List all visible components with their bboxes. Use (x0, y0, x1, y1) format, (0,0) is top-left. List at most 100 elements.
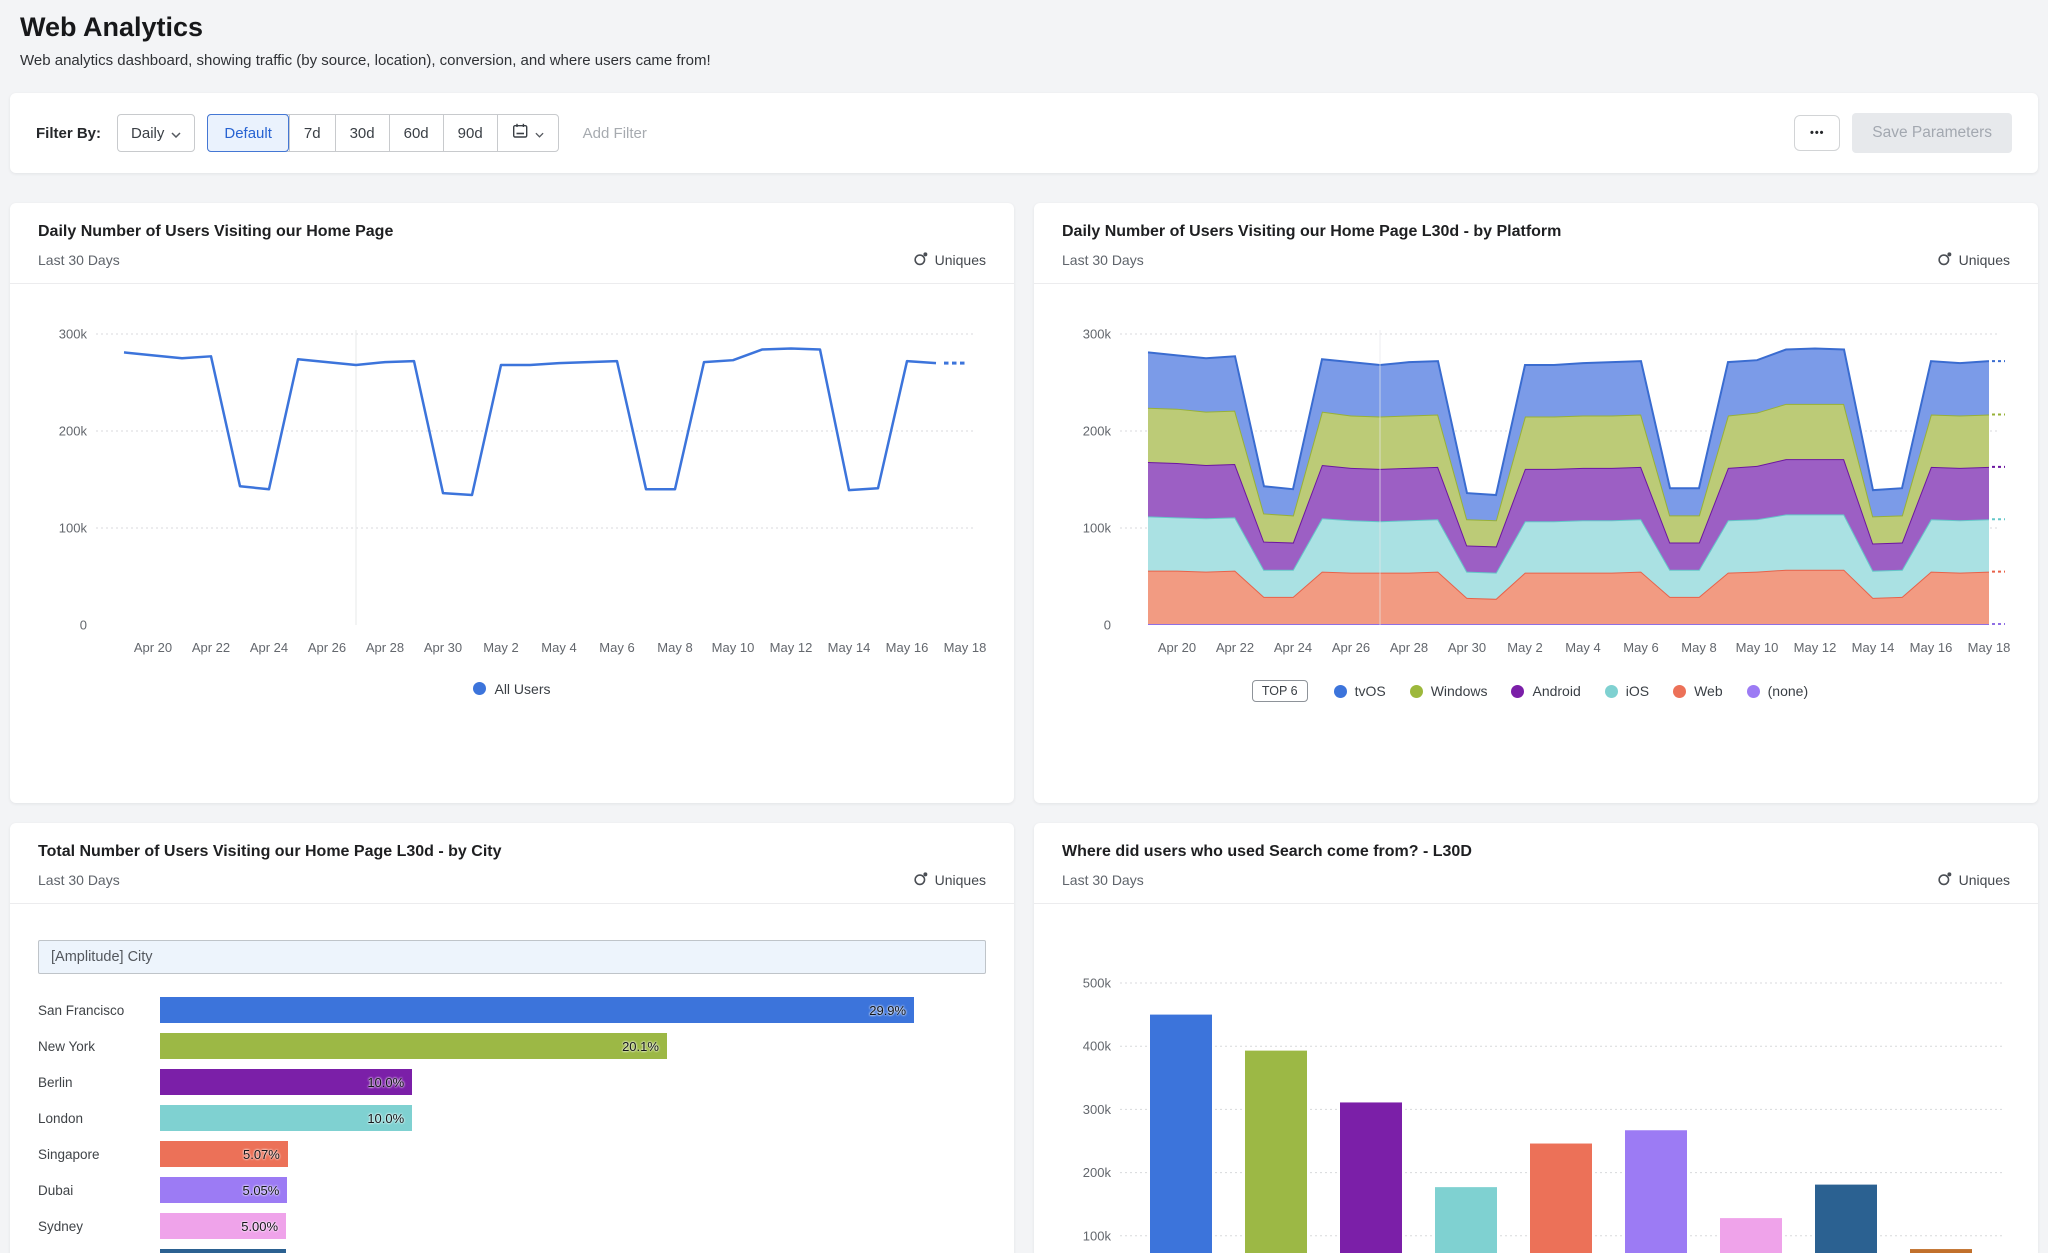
uniques-badge[interactable]: Uniques (913, 251, 986, 269)
bar[interactable] (1245, 1051, 1307, 1253)
uniques-icon (913, 871, 928, 889)
city-bar[interactable]: 20.1% (160, 1033, 667, 1059)
city-bar-track: 20.1% (160, 1033, 986, 1059)
card-title: Total Number of Users Visiting our Home … (38, 843, 986, 861)
range-60d-button[interactable]: 60d (389, 115, 443, 151)
city-bar-list: San Francisco29.9% New York20.1% Berlin10.… (38, 992, 986, 1253)
line-chart[interactable]: 0100k200k300kApr 20Apr 22Apr 24Apr 26Apr… (38, 312, 986, 664)
legend-top6-badge: TOP 6 (1252, 680, 1308, 702)
legend-item[interactable]: Web (1673, 683, 1723, 699)
more-options-button[interactable]: ••• (1794, 115, 1840, 151)
uniques-badge[interactable]: Uniques (913, 871, 986, 889)
card-range-label: Last 30 Days (38, 872, 120, 888)
calendar-range-button[interactable] (497, 115, 558, 151)
legend-item[interactable]: Android (1511, 683, 1580, 699)
vertical-bar-chart[interactable]: 100k200k300k400k500k (1062, 932, 2010, 1253)
card-users-by-city: Total Number of Users Visiting our Home … (10, 823, 1014, 1253)
legend-dot (1673, 685, 1686, 698)
uniques-badge[interactable]: Uniques (1937, 871, 2010, 889)
svg-text:300k: 300k (1083, 1102, 1112, 1117)
range-30d-button[interactable]: 30d (335, 115, 389, 151)
card-header: Daily Number of Users Visiting our Home … (10, 203, 1014, 284)
svg-text:May 16: May 16 (886, 640, 929, 655)
svg-text:May 6: May 6 (599, 640, 634, 655)
uniques-icon (913, 251, 928, 269)
legend-item[interactable]: Windows (1410, 683, 1488, 699)
svg-text:100k: 100k (1083, 521, 1112, 536)
svg-text:May 18: May 18 (944, 640, 986, 655)
svg-text:Apr 22: Apr 22 (192, 640, 230, 655)
chart-legend: TOP 6 tvOS Windows Android iOS Web (none) (1062, 680, 2010, 702)
svg-text:May 12: May 12 (1794, 640, 1837, 655)
legend-item[interactable]: (none) (1747, 683, 1808, 699)
svg-text:0: 0 (80, 618, 87, 633)
svg-text:May 16: May 16 (1910, 640, 1953, 655)
card-users-by-platform: Daily Number of Users Visiting our Home … (1034, 203, 2038, 803)
bar[interactable] (1625, 1130, 1687, 1253)
city-bar[interactable]: 10.0% (160, 1069, 412, 1095)
bar[interactable] (1150, 1015, 1212, 1253)
svg-text:Apr 20: Apr 20 (1158, 640, 1196, 655)
svg-text:May 18: May 18 (1968, 640, 2010, 655)
bar[interactable] (1435, 1187, 1497, 1253)
city-label: Dubai (38, 1183, 160, 1198)
city-bar[interactable]: 5.07% (160, 1141, 288, 1167)
granularity-dropdown[interactable]: Daily (117, 114, 195, 152)
city-row: New York20.1% (38, 1028, 986, 1064)
city-label: Berlin (38, 1075, 160, 1090)
save-parameters-button[interactable]: Save Parameters (1852, 113, 2012, 153)
legend-item[interactable]: tvOS (1334, 683, 1386, 699)
svg-text:200k: 200k (1083, 424, 1112, 439)
city-label: Sydney (38, 1219, 160, 1234)
bar[interactable] (1720, 1218, 1782, 1253)
city-bar-track: 5.07% (160, 1141, 986, 1167)
svg-text:Apr 30: Apr 30 (424, 640, 462, 655)
bar[interactable] (1530, 1144, 1592, 1253)
granularity-value: Daily (131, 125, 164, 142)
svg-text:Apr 30: Apr 30 (1448, 640, 1486, 655)
card-header: Where did users who used Search come fro… (1034, 823, 2038, 904)
svg-text:May 8: May 8 (657, 640, 692, 655)
city-bar[interactable]: 5.05% (160, 1177, 287, 1203)
city-bar[interactable]: 4.99% (160, 1249, 286, 1253)
range-7d-button[interactable]: 7d (289, 115, 335, 151)
group-by-city-input[interactable] (38, 940, 986, 974)
city-row: Sydney5.00% (38, 1208, 986, 1244)
city-label: Singapore (38, 1147, 160, 1162)
legend-item[interactable]: iOS (1605, 683, 1649, 699)
uniques-badge[interactable]: Uniques (1937, 251, 2010, 269)
range-default-button[interactable]: Default (207, 114, 289, 152)
city-bar[interactable]: 5.00% (160, 1213, 286, 1239)
city-label: San Francisco (38, 1003, 160, 1018)
card-range-label: Last 30 Days (38, 252, 120, 268)
bar[interactable] (1910, 1249, 1972, 1253)
card-body: San Francisco29.9% New York20.1% Berlin10.… (10, 904, 1014, 1253)
svg-text:200k: 200k (1083, 1165, 1112, 1180)
card-header: Total Number of Users Visiting our Home … (10, 823, 1014, 904)
svg-text:May 12: May 12 (770, 640, 813, 655)
add-filter-button[interactable]: Add Filter (583, 125, 647, 142)
bar[interactable] (1815, 1185, 1877, 1253)
city-label: London (38, 1111, 160, 1126)
card-search-source: Where did users who used Search come fro… (1034, 823, 2038, 1253)
range-90d-button[interactable]: 90d (443, 115, 497, 151)
legend-dot (1605, 685, 1618, 698)
svg-text:Apr 24: Apr 24 (250, 640, 288, 655)
svg-text:Apr 24: Apr 24 (1274, 640, 1312, 655)
svg-text:100k: 100k (1083, 1228, 1112, 1243)
svg-text:May 8: May 8 (1681, 640, 1716, 655)
svg-text:Apr 26: Apr 26 (308, 640, 346, 655)
uniques-label: Uniques (935, 872, 986, 888)
city-bar[interactable]: 29.9% (160, 997, 914, 1023)
page-subtitle: Web analytics dashboard, showing traffic… (20, 52, 2028, 69)
card-range-label: Last 30 Days (1062, 872, 1144, 888)
legend-label: All Users (494, 681, 550, 697)
stacked-area-chart[interactable]: 0100k200k300kApr 20Apr 22Apr 24Apr 26Apr… (1062, 312, 2010, 664)
city-row: Rio4.99% (38, 1244, 986, 1253)
legend-label: iOS (1626, 683, 1649, 699)
svg-text:May 10: May 10 (712, 640, 755, 655)
legend-label: tvOS (1355, 683, 1386, 699)
city-bar[interactable]: 10.0% (160, 1105, 412, 1131)
legend-item[interactable]: All Users (473, 681, 550, 697)
bar[interactable] (1340, 1102, 1402, 1253)
